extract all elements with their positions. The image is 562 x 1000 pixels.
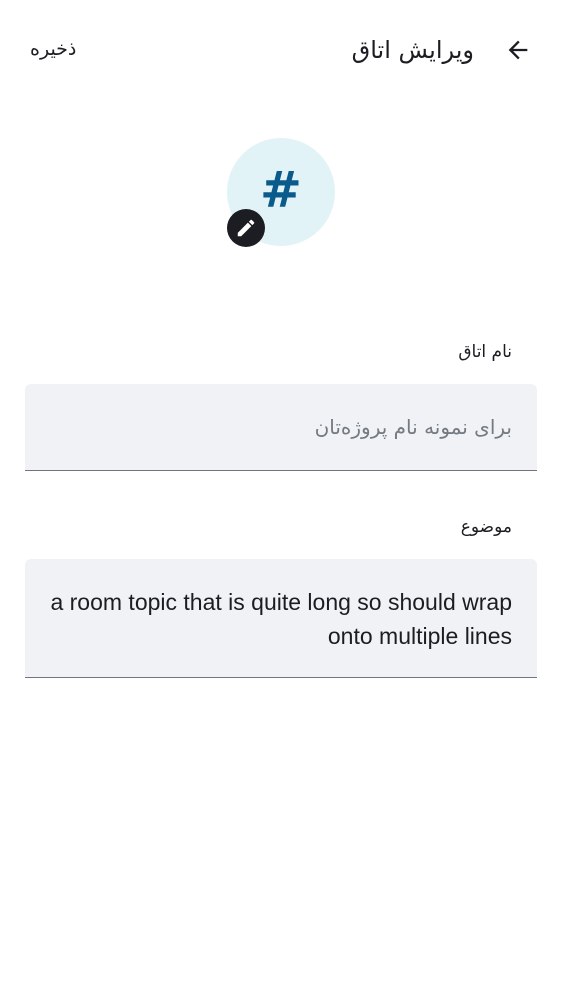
arrow-back-icon [508, 40, 528, 60]
edit-room-screen: ویرایش اتاق ذخیره # نام اتاق موضوع a roo… [0, 0, 562, 1000]
room-avatar-glyph: # [260, 161, 302, 219]
room-topic-field[interactable]: a room topic that is quite long so shoul… [25, 559, 537, 678]
room-name-label: نام اتاق [458, 342, 512, 362]
edit-avatar-button[interactable] [227, 209, 265, 247]
back-button[interactable] [500, 32, 536, 68]
room-topic-label: موضوع [460, 517, 512, 537]
room-name-input[interactable] [25, 384, 537, 470]
room-name-field[interactable] [25, 384, 537, 471]
pencil-icon [237, 219, 255, 237]
page-title: ویرایش اتاق [351, 36, 474, 64]
save-button[interactable]: ذخیره [30, 32, 76, 66]
room-topic-input[interactable]: a room topic that is quite long so shoul… [25, 559, 537, 676]
top-app-bar: ویرایش اتاق ذخیره [0, 0, 562, 100]
